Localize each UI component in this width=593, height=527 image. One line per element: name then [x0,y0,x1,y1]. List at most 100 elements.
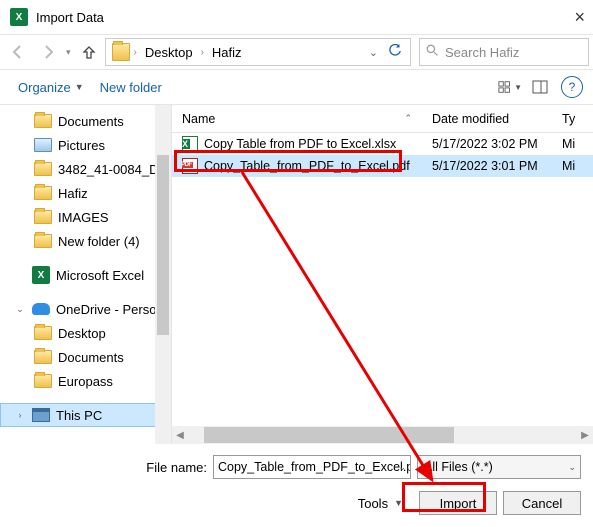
tree-item[interactable]: Documents [0,109,171,133]
scrollbar-thumb[interactable] [204,427,454,443]
expand-icon[interactable]: › [14,410,26,420]
collapse-icon[interactable]: ⌄ [14,304,26,315]
file-row[interactable]: Copy Table from PDF to Excel.xlsx 5/17/2… [172,133,593,155]
dialog-title: Import Data [36,10,547,25]
dialog-body: Documents Pictures 3482_41-0084_DI Hafiz… [0,104,593,444]
sidebar-scrollbar[interactable] [155,105,171,444]
tree-item[interactable]: IMAGES [0,205,171,229]
address-bar[interactable]: › Desktop › Hafiz ⌄ [105,38,411,66]
file-name: Copy_Table_from_PDF_to_Excel.pdf [204,159,410,173]
file-type: Mi [562,159,593,173]
close-icon[interactable]: × [547,7,587,28]
column-headers: Name⌃ Date modified Ty [172,105,593,133]
toolbar: Organize ▼ New folder ▼ ? [0,70,593,104]
tree-item[interactable]: Hafiz [0,181,171,205]
filename-input[interactable]: Copy_Table_from_PDF_to_Excel.pd ⌄ [213,455,411,479]
organize-label: Organize [18,80,71,95]
column-date[interactable]: Date modified [432,112,562,126]
up-button[interactable] [75,38,103,66]
breadcrumb-desktop[interactable]: Desktop [139,39,199,65]
tree-label: New folder (4) [58,234,140,249]
tree-item-thispc[interactable]: › This PC [0,403,171,427]
file-name: Copy Table from PDF to Excel.xlsx [204,137,396,151]
horizontal-scrollbar[interactable]: ◀ ▶ [172,426,593,444]
folder-icon [34,162,52,176]
tree-label: IMAGES [58,210,109,225]
tree-label: OneDrive - Person [56,302,164,317]
onedrive-icon [32,303,50,315]
tree-item-onedrive[interactable]: ⌄ OneDrive - Person [0,297,171,321]
chevron-down-icon: ▼ [75,82,84,92]
tools-button[interactable]: Tools [358,496,388,511]
file-row[interactable]: Copy_Table_from_PDF_to_Excel.pdf 5/17/20… [172,155,593,177]
dialog-footer: File name: Copy_Table_from_PDF_to_Excel.… [0,444,593,518]
excel-icon [32,266,50,284]
address-dropdown-icon[interactable]: ⌄ [363,46,384,59]
organize-button[interactable]: Organize ▼ [10,80,92,95]
tree-label: Documents [58,350,124,365]
pictures-icon [34,138,52,152]
xlsx-icon [182,136,198,152]
filename-value: Copy_Table_from_PDF_to_Excel.pd [218,460,411,474]
tree-label: Europass [58,374,113,389]
folder-icon [34,326,52,340]
tree-item[interactable]: Pictures [0,133,171,157]
folder-icon [112,43,130,61]
tree-label: Documents [58,114,124,129]
search-input[interactable]: Search Hafiz [419,38,589,66]
nav-bar: ▾ › Desktop › Hafiz ⌄ Search Hafiz [0,34,593,70]
preview-pane-button[interactable] [527,76,553,98]
back-button[interactable] [4,38,32,66]
new-folder-button[interactable]: New folder [92,80,170,95]
navigation-pane: Documents Pictures 3482_41-0084_DI Hafiz… [0,105,172,444]
file-date: 5/17/2022 3:01 PM [432,159,562,173]
folder-icon [34,186,52,200]
tree-label: This PC [56,408,102,423]
scrollbar-track[interactable] [204,427,561,443]
tree-item-excel[interactable]: Microsoft Excel [0,263,171,287]
column-type[interactable]: Ty [562,112,593,126]
chevron-down-icon[interactable]: ▼ [394,498,403,508]
search-placeholder: Search Hafiz [445,45,519,60]
file-type: Mi [562,137,593,151]
forward-button[interactable] [34,38,62,66]
help-button[interactable]: ? [561,76,583,98]
folder-icon [34,210,52,224]
file-date: 5/17/2022 3:02 PM [432,137,562,151]
tree-item[interactable]: 3482_41-0084_DI [0,157,171,181]
view-options-button[interactable]: ▼ [497,76,523,98]
recent-dropdown-icon[interactable]: ▾ [64,47,73,58]
column-label: Name [182,112,215,126]
breadcrumb-hafiz[interactable]: Hafiz [206,39,248,65]
search-icon [426,44,439,60]
chevron-down-icon: ▼ [514,83,522,92]
pc-icon [32,408,50,422]
scroll-left-icon[interactable]: ◀ [172,430,188,441]
tree-label: 3482_41-0084_DI [58,162,162,177]
scrollbar-thumb[interactable] [157,155,169,335]
tree-label: Microsoft Excel [56,268,144,283]
folder-icon [34,234,52,248]
chevron-down-icon[interactable]: ⌄ [568,462,576,473]
folder-tree: Documents Pictures 3482_41-0084_DI Hafiz… [0,105,171,431]
tree-label: Hafiz [58,186,88,201]
title-bar: Import Data × [0,0,593,34]
filetype-value: All Files (*.*) [424,460,493,474]
tree-item[interactable]: Desktop [0,321,171,345]
chevron-down-icon[interactable]: ⌄ [398,462,406,473]
folder-icon [34,350,52,364]
import-button[interactable]: Import [419,491,497,515]
tree-item[interactable]: Documents [0,345,171,369]
file-list-pane: Name⌃ Date modified Ty Copy Table from P… [172,105,593,444]
cancel-button[interactable]: Cancel [503,491,581,515]
folder-icon [34,374,52,388]
scroll-right-icon[interactable]: ▶ [577,430,593,441]
chevron-right-icon[interactable]: › [132,47,139,58]
pdf-icon [182,158,198,174]
tree-item[interactable]: Europass [0,369,171,393]
refresh-icon[interactable] [384,44,406,61]
chevron-right-icon[interactable]: › [199,47,206,58]
column-name[interactable]: Name⌃ [182,112,432,126]
filetype-dropdown[interactable]: All Files (*.*) ⌄ [417,455,581,479]
tree-item[interactable]: New folder (4) [0,229,171,253]
